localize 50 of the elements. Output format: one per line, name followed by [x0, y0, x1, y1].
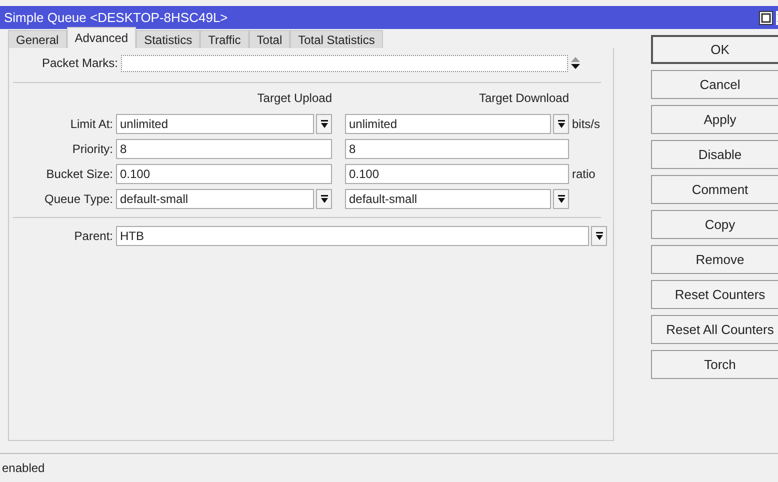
field-label: Packet Marks:: [40, 56, 118, 70]
field-label: Priority:: [71, 142, 114, 156]
unit-label: ratio: [571, 167, 596, 181]
dropdown-arrow-icon: [320, 194, 328, 204]
action-button[interactable]: Reset Counters: [651, 280, 778, 309]
packet-marks-field[interactable]: [121, 54, 568, 72]
action-button[interactable]: Cancel: [651, 70, 778, 99]
input-field[interactable]: 0.100: [116, 164, 332, 184]
action-button[interactable]: Remove: [651, 245, 778, 274]
action-button[interactable]: Disable: [651, 140, 778, 169]
input-field[interactable]: 8: [345, 139, 569, 159]
dropdown-field[interactable]: unlimited: [345, 114, 551, 134]
tab[interactable]: Total Statistics: [290, 30, 383, 48]
action-button[interactable]: Apply: [651, 105, 778, 134]
window-title: Simple Queue <DESKTOP-8HSC49L>: [4, 10, 228, 25]
action-button[interactable]: Comment: [651, 175, 778, 204]
action-button[interactable]: OK: [651, 35, 778, 64]
action-button[interactable]: Copy: [651, 210, 778, 239]
field-label: Limit At:: [69, 117, 114, 131]
field-label: Bucket Size:: [45, 167, 114, 181]
tab[interactable]: Traffic: [200, 30, 249, 48]
dropdown-arrow-icon: [320, 120, 328, 128]
dropdown-button[interactable]: [553, 114, 569, 134]
tab[interactable]: Total: [248, 30, 290, 48]
dropdown-field[interactable]: HTB: [116, 226, 589, 246]
field-label: Parent:: [73, 229, 114, 243]
input-field[interactable]: 8: [116, 139, 332, 159]
dropdown-arrow-icon: [556, 120, 566, 128]
maximize-icon[interactable]: [759, 10, 773, 24]
dropdown-arrow-icon: [594, 232, 604, 240]
tab[interactable]: Statistics: [136, 30, 200, 48]
dropdown-button[interactable]: [553, 189, 569, 209]
field-label: Queue Type:: [44, 192, 114, 206]
action-button[interactable]: Torch: [651, 350, 778, 379]
dropdown-arrow-icon: [556, 194, 566, 204]
status-text: enabled: [2, 461, 45, 475]
spinner-icon[interactable]: [571, 57, 580, 69]
input-field[interactable]: 0.100: [345, 164, 569, 184]
dropdown-button[interactable]: [591, 226, 607, 246]
dropdown-button[interactable]: [316, 189, 332, 209]
tab[interactable]: Advanced: [66, 27, 136, 48]
column-header: Target Upload: [256, 91, 332, 107]
dropdown-field[interactable]: unlimited: [116, 114, 314, 134]
dropdown-field[interactable]: default-small: [345, 189, 551, 209]
action-button[interactable]: Reset All Counters: [651, 315, 778, 344]
dropdown-field[interactable]: default-small: [116, 189, 314, 209]
unit-label: bits/s: [571, 117, 601, 131]
dropdown-button[interactable]: [316, 114, 332, 134]
column-header: Target Download: [478, 91, 569, 107]
tab[interactable]: General: [8, 30, 67, 48]
